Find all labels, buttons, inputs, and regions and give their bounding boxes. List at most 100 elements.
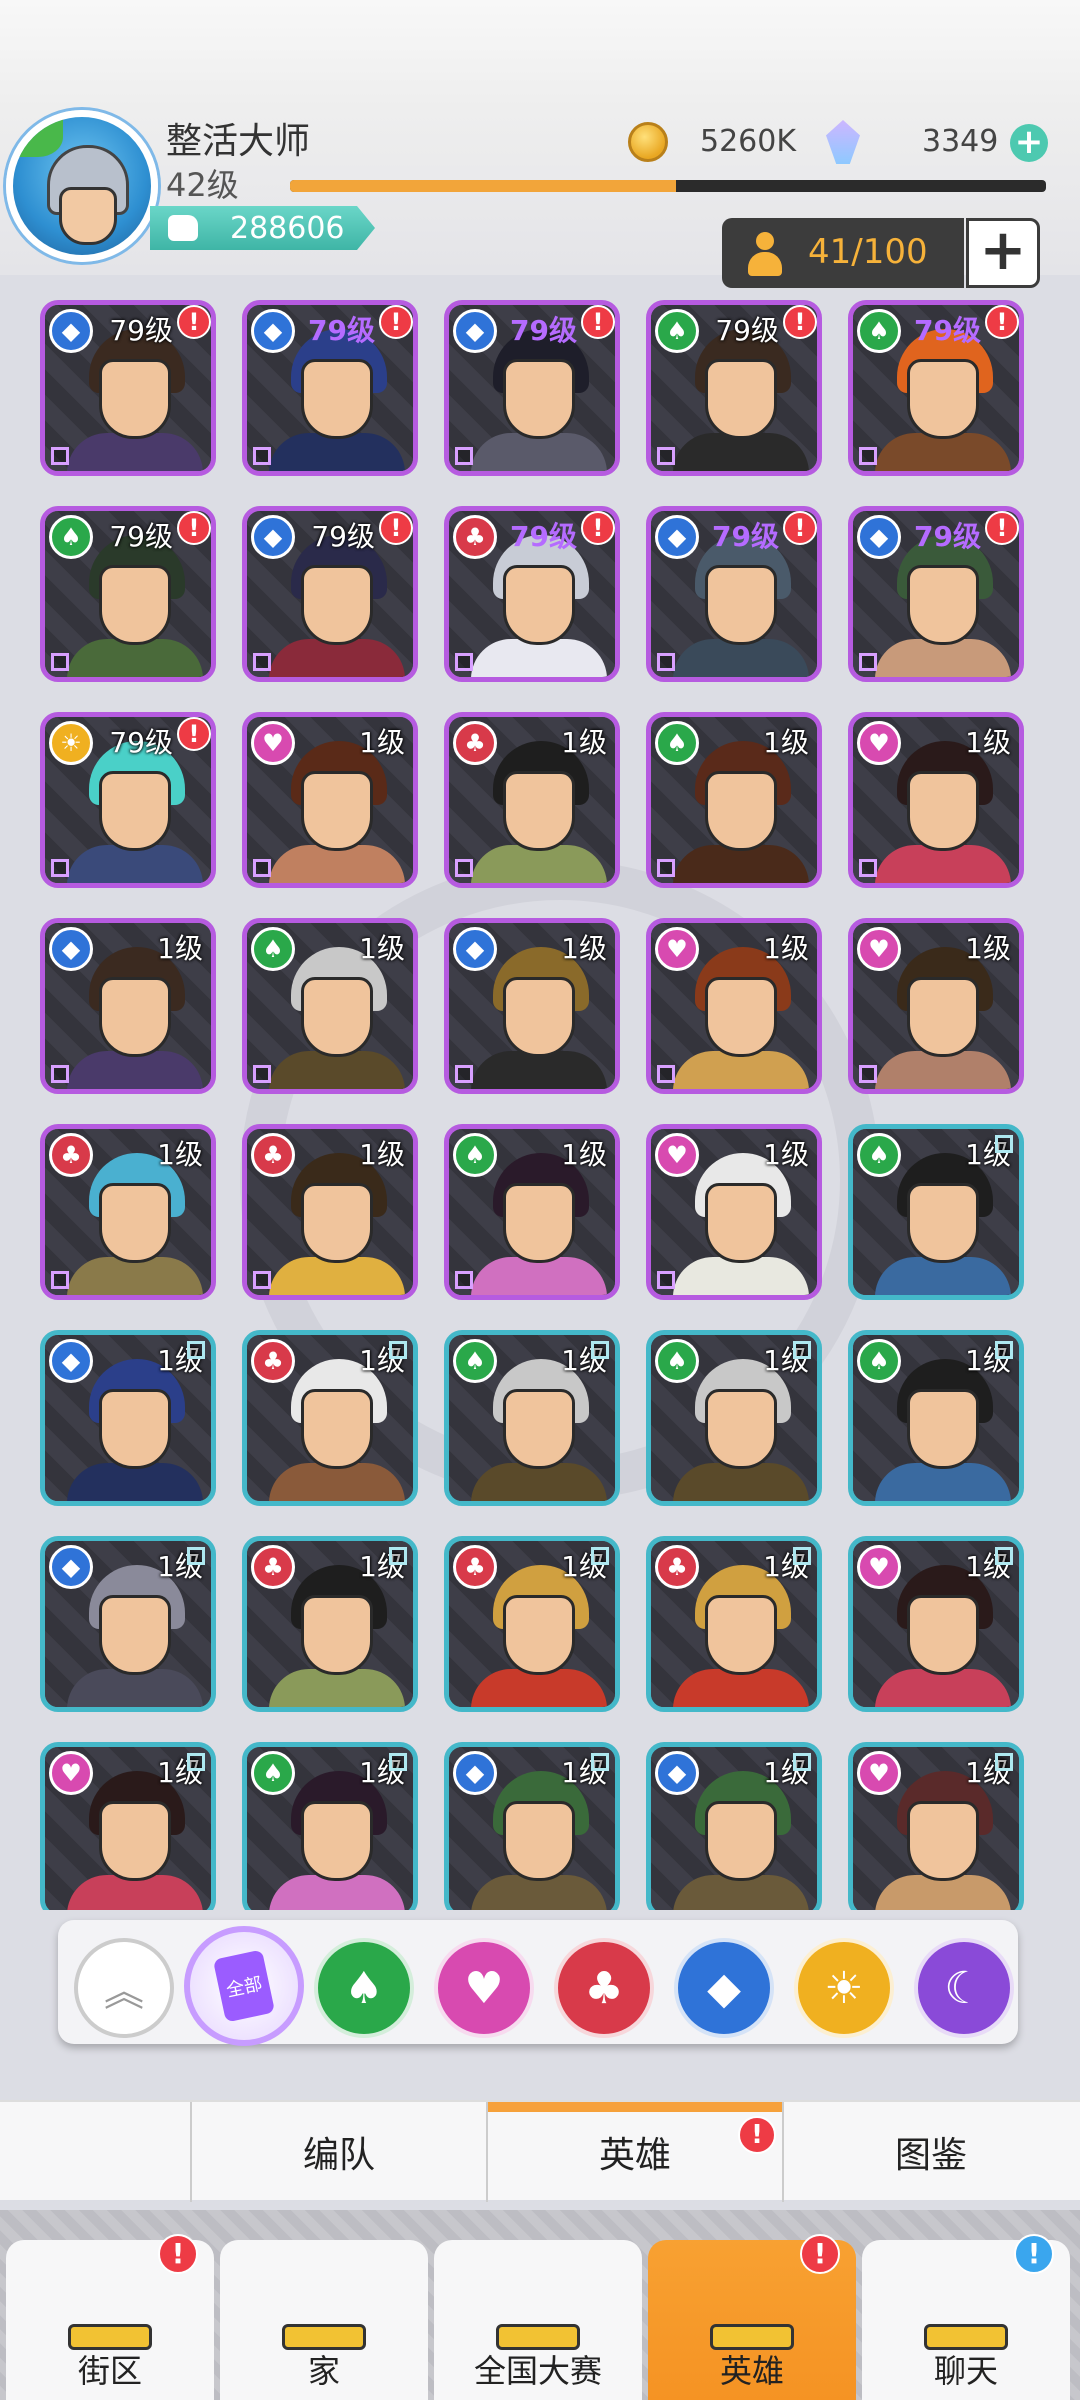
hero-card[interactable]: ◆ 79级! bbox=[242, 300, 418, 476]
heart-suit-icon: ♥ bbox=[857, 1545, 901, 1589]
collapse-filter-button[interactable]: ︽ bbox=[74, 1938, 174, 2038]
hero-level: 1级 bbox=[763, 932, 809, 965]
hero-card[interactable]: ◆ 79级! bbox=[40, 300, 216, 476]
nav-item-street-sign[interactable]: 街区! bbox=[6, 2234, 214, 2400]
hero-card[interactable]: ♠ 1级 bbox=[646, 1330, 822, 1506]
alert-badge: ! bbox=[800, 2234, 840, 2274]
fist-icon bbox=[168, 215, 198, 241]
spade-suit-icon: ♠ bbox=[655, 1339, 699, 1383]
hero-level: 1级 bbox=[359, 932, 405, 965]
hero-card[interactable]: ♣ 1级 bbox=[242, 1124, 418, 1300]
filter-sun-button[interactable]: ☀ bbox=[794, 1938, 894, 2038]
alert-badge: ! bbox=[379, 305, 413, 339]
expand-roster-button[interactable]: + bbox=[966, 218, 1040, 288]
nav-item-chat-bubble[interactable]: 聊天! bbox=[862, 2234, 1070, 2400]
hero-card[interactable]: ♠ 1级 bbox=[242, 918, 418, 1094]
hero-card[interactable]: ♥ 1级 bbox=[646, 918, 822, 1094]
hero-card[interactable]: ◆ 1级 bbox=[40, 918, 216, 1094]
diamond-suit-icon: ◆ bbox=[655, 515, 699, 559]
coin-icon bbox=[628, 122, 668, 162]
filter-diamond-button[interactable]: ◆ bbox=[674, 1938, 774, 2038]
hero-level: 79级 bbox=[712, 520, 779, 553]
hero-level: 79级 bbox=[914, 520, 981, 553]
club-suit-icon: ♣ bbox=[453, 1545, 497, 1589]
trophy-icon bbox=[488, 2254, 588, 2350]
diamond-suit-icon: ◆ bbox=[707, 1962, 741, 2014]
hero-card[interactable]: ♣ 1级 bbox=[242, 1330, 418, 1506]
nav-item-hero-cards[interactable]: 英雄! bbox=[648, 2234, 856, 2400]
heart-suit-icon: ♥ bbox=[857, 1751, 901, 1795]
hero-card[interactable]: ♣ 1级 bbox=[40, 1124, 216, 1300]
diamond-suit-icon: ◆ bbox=[453, 309, 497, 353]
filter-all-button[interactable]: 全部 bbox=[184, 1926, 304, 2046]
nav-item-house[interactable]: 家 bbox=[220, 2240, 428, 2400]
hero-card[interactable]: ♣ 79级! bbox=[444, 506, 620, 682]
card-corner-mark bbox=[859, 859, 877, 877]
alert-badge: ! bbox=[379, 511, 413, 545]
hero-card[interactable]: ♥ 1级 bbox=[646, 1124, 822, 1300]
filter-spade-button[interactable]: ♠ bbox=[314, 1938, 414, 2038]
hero-level: 1级 bbox=[157, 1138, 203, 1171]
hero-card[interactable]: ◆ 1级 bbox=[444, 1742, 620, 1910]
hero-card[interactable]: ◆ 79级! bbox=[646, 506, 822, 682]
hero-card[interactable]: ♠ 79级! bbox=[40, 506, 216, 682]
hero-card[interactable]: ♠ 1级 bbox=[444, 1330, 620, 1506]
experience-bar bbox=[290, 180, 1046, 192]
hero-card[interactable]: ◆ 79级! bbox=[242, 506, 418, 682]
experience-fill bbox=[290, 180, 676, 192]
hero-card[interactable]: ◆ 1级 bbox=[646, 1742, 822, 1910]
chat-bubble-icon bbox=[916, 2254, 1016, 2350]
card-corner-mark bbox=[591, 1547, 609, 1565]
card-corner-mark bbox=[51, 447, 69, 465]
card-corner-mark bbox=[859, 1065, 877, 1083]
hero-card[interactable]: ♥ 1级 bbox=[40, 1742, 216, 1910]
hero-level: 79级 bbox=[311, 520, 375, 553]
hero-card[interactable]: ♠ 1级 bbox=[242, 1742, 418, 1910]
hero-card[interactable]: ◆ 79级! bbox=[444, 300, 620, 476]
club-suit-icon: ♣ bbox=[251, 1133, 295, 1177]
card-corner-mark bbox=[455, 1271, 473, 1289]
hero-card[interactable]: ♠ 79级! bbox=[848, 300, 1024, 476]
hero-card[interactable]: ♠ 1级 bbox=[848, 1330, 1024, 1506]
hero-card[interactable]: ♠ 79级! bbox=[646, 300, 822, 476]
hero-card[interactable]: ♣ 1级 bbox=[646, 1536, 822, 1712]
hero-card[interactable]: ♣ 1级 bbox=[444, 712, 620, 888]
hero-card[interactable]: ◆ 1级 bbox=[40, 1330, 216, 1506]
hero-card[interactable]: ☀ 79级! bbox=[40, 712, 216, 888]
suit-filter-bar: ︽ 全部 ♠ ♥ ♣ ◆ ☀ ☾ bbox=[58, 1920, 1018, 2046]
nav-item-trophy[interactable]: 全国大赛 bbox=[434, 2240, 642, 2400]
hero-card[interactable]: ♠ 1级 bbox=[444, 1124, 620, 1300]
filter-moon-button[interactable]: ☾ bbox=[914, 1938, 1014, 2038]
house-icon bbox=[274, 2254, 374, 2350]
spade-suit-icon: ♠ bbox=[49, 515, 93, 559]
player-avatar[interactable] bbox=[6, 110, 158, 262]
tab-codex[interactable]: 图鉴 bbox=[782, 2102, 1078, 2202]
hero-card[interactable]: ♥ 1级 bbox=[848, 1742, 1024, 1910]
tab-formation[interactable]: 编队 bbox=[190, 2102, 486, 2202]
hero-card[interactable]: ♣ 1级 bbox=[444, 1536, 620, 1712]
card-corner-mark bbox=[253, 1271, 271, 1289]
spade-suit-icon: ♠ bbox=[251, 927, 295, 971]
card-corner-mark bbox=[591, 1753, 609, 1771]
hero-card[interactable]: ◆ 1级 bbox=[40, 1536, 216, 1712]
hero-card[interactable]: ♥ 1级 bbox=[848, 918, 1024, 1094]
hero-card[interactable]: ♥ 1级 bbox=[242, 712, 418, 888]
hero-card[interactable]: ♠ 1级 bbox=[848, 1124, 1024, 1300]
tab-heroes[interactable]: 英雄 bbox=[486, 2102, 782, 2202]
hero-card[interactable]: ♥ 1级 bbox=[848, 712, 1024, 888]
hero-level: 79级 bbox=[109, 520, 173, 553]
card-corner-mark bbox=[657, 653, 675, 671]
hero-card[interactable]: ♣ 1级 bbox=[242, 1536, 418, 1712]
alert-badge: ! bbox=[783, 305, 817, 339]
hero-card[interactable]: ◆ 1级 bbox=[444, 918, 620, 1094]
hero-card[interactable]: ♠ 1级 bbox=[646, 712, 822, 888]
filter-club-button[interactable]: ♣ bbox=[554, 1938, 654, 2038]
filter-heart-button[interactable]: ♥ bbox=[434, 1938, 534, 2038]
heroes-tab-alert-badge: ! bbox=[738, 2116, 776, 2154]
spade-suit-icon: ♠ bbox=[655, 721, 699, 765]
hero-card[interactable]: ◆ 79级! bbox=[848, 506, 1024, 682]
add-gems-button[interactable]: + bbox=[1010, 124, 1048, 162]
card-corner-mark bbox=[995, 1547, 1013, 1565]
hero-card[interactable]: ♥ 1级 bbox=[848, 1536, 1024, 1712]
alert-badge: ! bbox=[985, 511, 1019, 545]
